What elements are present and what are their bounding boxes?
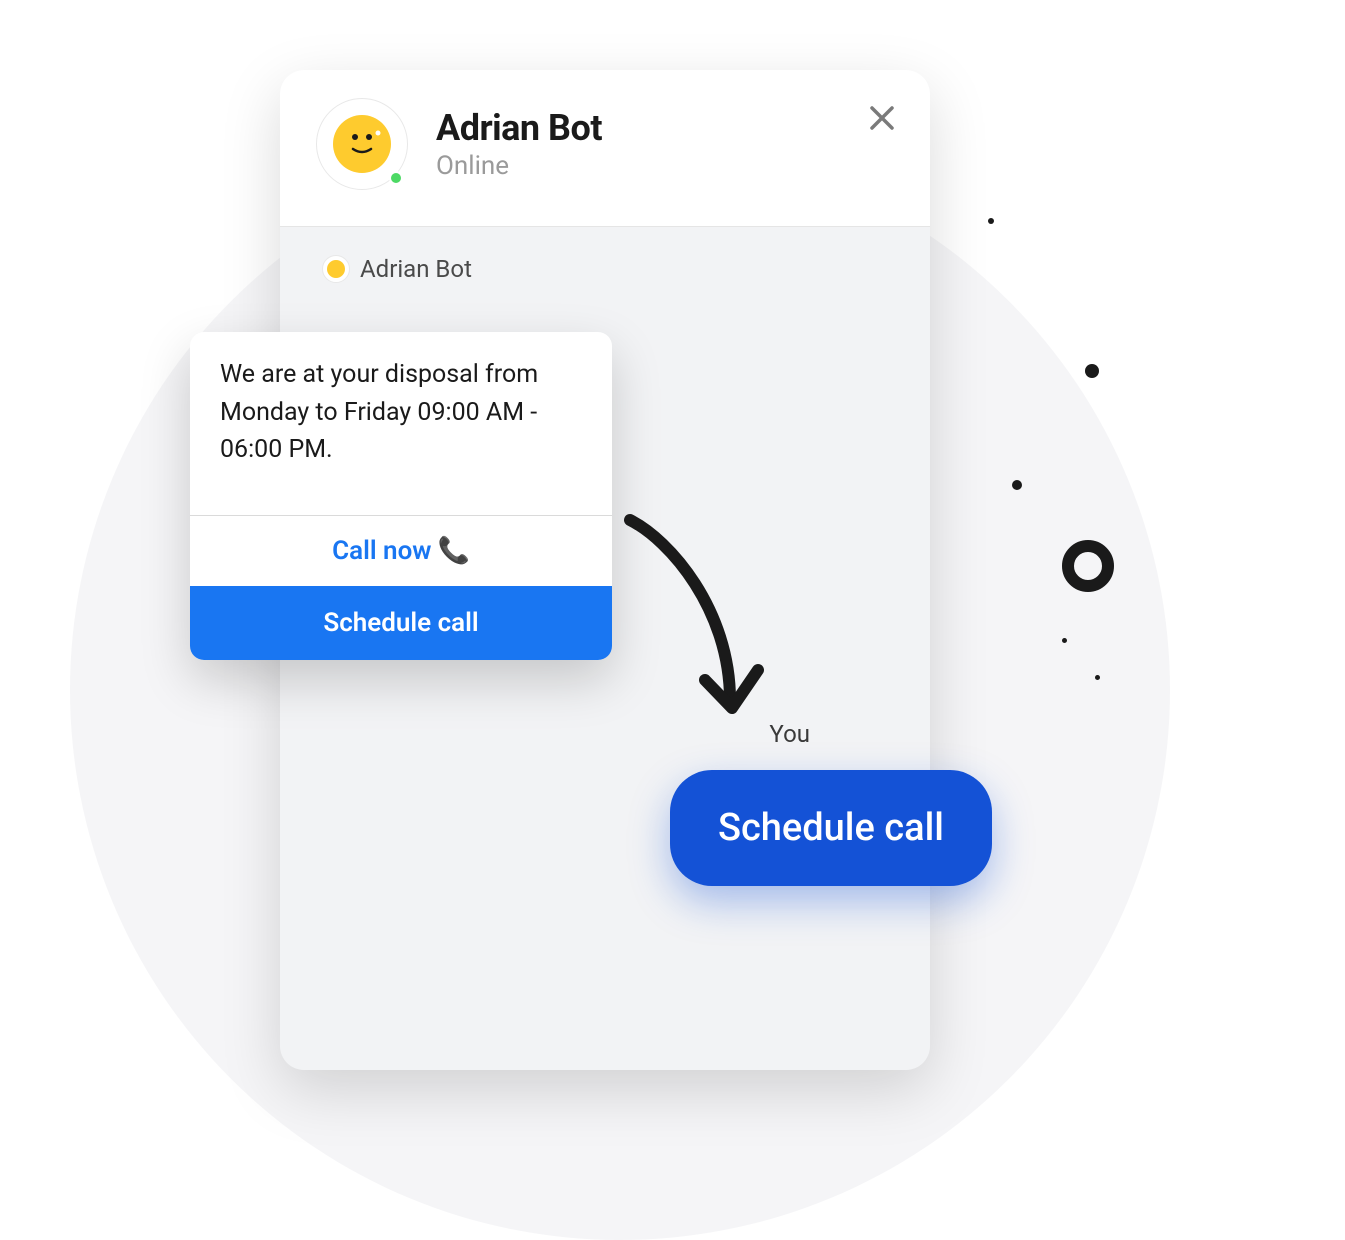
message-sender-row: Adrian Bot: [280, 227, 930, 283]
chat-header: Adrian Bot Online: [280, 70, 930, 227]
close-button[interactable]: [866, 102, 898, 134]
deco-dot: [1062, 638, 1067, 643]
bot-avatar: [316, 98, 408, 190]
bot-message-text: We are at your disposal from Monday to F…: [190, 332, 612, 497]
deco-dot: [988, 218, 994, 224]
deco-dot: [1085, 364, 1099, 378]
deco-dot: [1095, 675, 1100, 680]
bot-status: Online: [436, 151, 602, 181]
bot-avatar-face: [333, 115, 391, 173]
schedule-call-button[interactable]: Schedule call: [190, 586, 612, 660]
bot-message-card: We are at your disposal from Monday to F…: [190, 332, 612, 660]
deco-dot: [1012, 480, 1022, 490]
user-message-bubble: Schedule call: [670, 770, 992, 886]
bot-name: Adrian Bot: [436, 107, 602, 149]
phone-icon: 📞: [438, 536, 470, 566]
close-icon: [869, 105, 895, 131]
sender-name: Adrian Bot: [360, 255, 472, 283]
chat-window: Adrian Bot Online Adrian Bot We are at y…: [280, 70, 930, 1070]
arrow-icon: [610, 510, 770, 750]
call-now-button[interactable]: Call now 📞: [190, 516, 612, 586]
call-now-label: Call now: [332, 536, 431, 566]
you-label: You: [769, 720, 810, 748]
small-avatar-face: [327, 260, 345, 278]
online-indicator: [389, 171, 403, 185]
header-text: Adrian Bot Online: [436, 107, 602, 181]
deco-ring: [1062, 540, 1114, 592]
small-avatar: [322, 255, 350, 283]
